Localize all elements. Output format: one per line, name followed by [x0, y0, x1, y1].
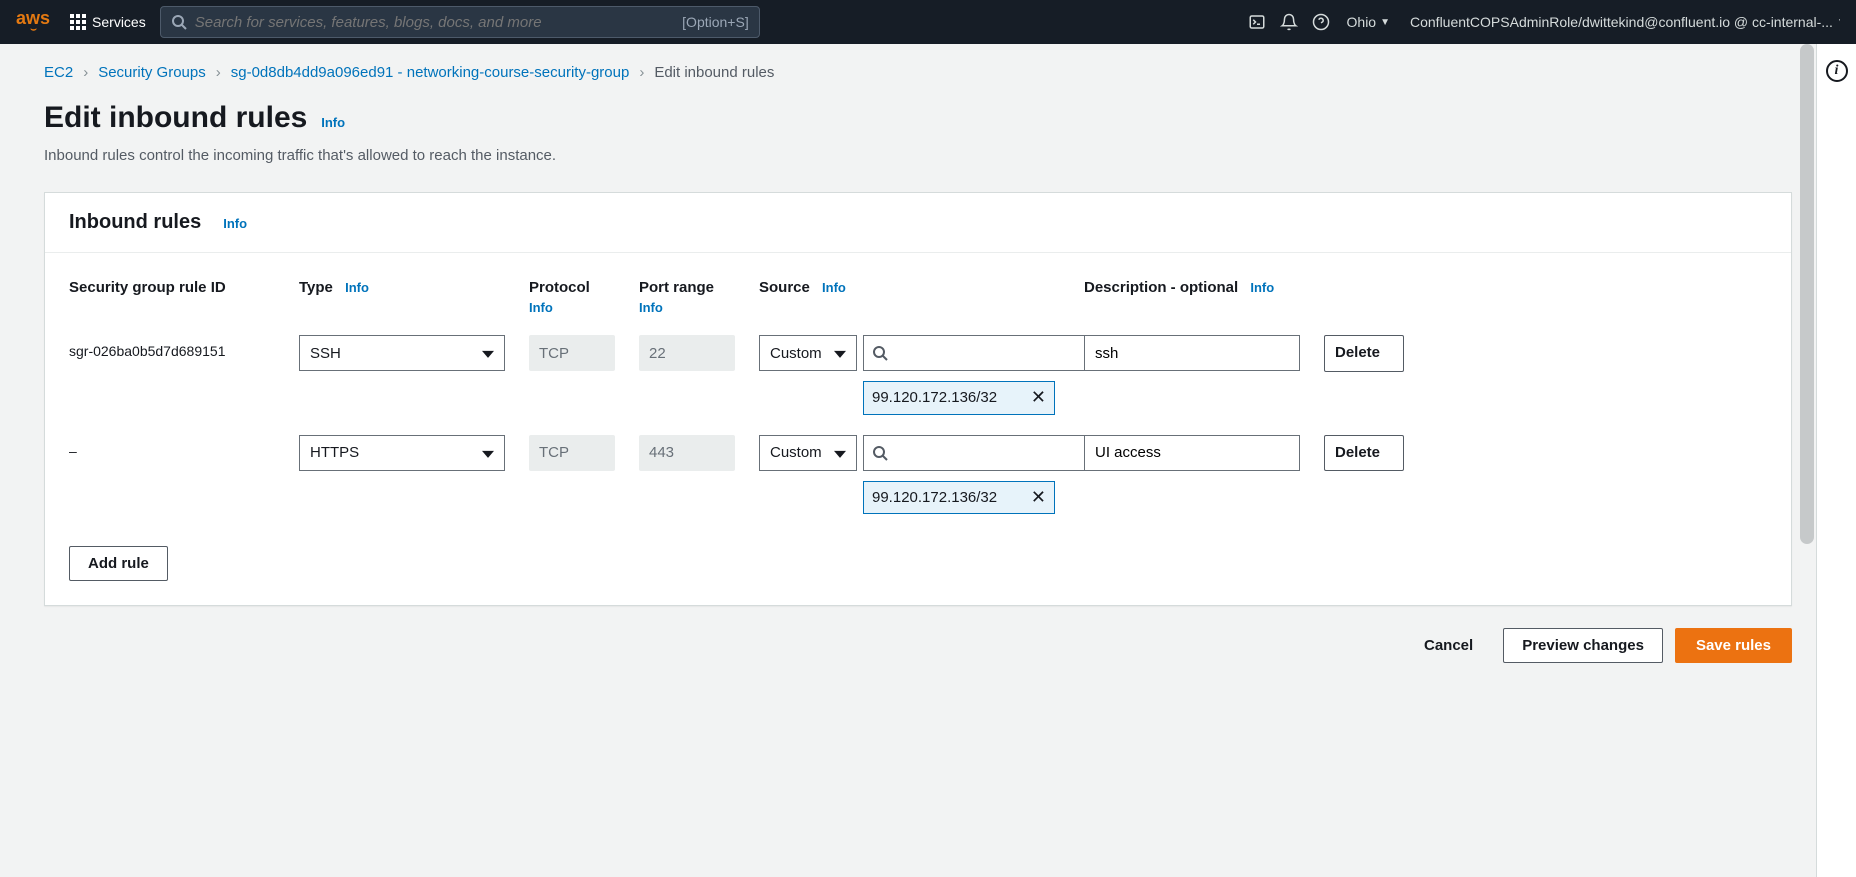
source-mode-select[interactable]: Custom [759, 435, 857, 471]
scrollbar[interactable] [1800, 44, 1814, 877]
search-icon [171, 14, 187, 30]
cancel-button[interactable]: Cancel [1406, 629, 1491, 662]
global-search[interactable]: [Option+S] [160, 6, 760, 38]
remove-cidr-icon[interactable]: ✕ [1021, 488, 1046, 506]
aws-logo[interactable]: aws ⌣ [16, 9, 50, 35]
col-header-source: Source Info [747, 271, 1072, 310]
search-icon [872, 345, 888, 361]
caret-down-icon: ▼ [1380, 17, 1390, 28]
breadcrumb-current: Edit inbound rules [654, 64, 774, 81]
page-description: Inbound rules control the incoming traff… [44, 147, 1792, 164]
col-header-port: Port range Info [627, 271, 747, 329]
page-title: Edit inbound rules [44, 101, 307, 135]
chevron-right-icon: › [83, 64, 88, 81]
caret-down-icon: ▼ [1837, 17, 1840, 28]
rule-description-input[interactable] [1084, 335, 1300, 371]
notifications-icon[interactable] [1273, 6, 1305, 38]
source-mode-select[interactable]: Custom [759, 335, 857, 371]
chevron-right-icon: › [216, 64, 221, 81]
panel-title: Inbound rules [69, 211, 201, 234]
col-header-actions [1312, 271, 1412, 293]
source-search-input[interactable] [888, 444, 1077, 462]
col-header-desc: Description - optional Info [1072, 271, 1312, 310]
services-label: Services [92, 14, 146, 30]
add-rule-button[interactable]: Add rule [69, 546, 168, 581]
account-menu[interactable]: ConfluentCOPSAdminRole/dwittekind@conflu… [1400, 14, 1840, 30]
info-panel-toggle[interactable]: i [1826, 60, 1848, 82]
search-icon [872, 445, 888, 461]
grid-icon [70, 14, 86, 30]
source-search[interactable] [863, 335, 1086, 371]
page-title-info-link[interactable]: Info [321, 115, 345, 130]
preview-changes-button[interactable]: Preview changes [1503, 628, 1663, 663]
breadcrumb-sg-detail[interactable]: sg-0d8db4dd9a096ed91 - networking-course… [231, 64, 630, 81]
rule-id: – [57, 429, 287, 473]
breadcrumb-ec2[interactable]: EC2 [44, 64, 73, 81]
type-info-link[interactable]: Info [345, 280, 369, 295]
remove-cidr-icon[interactable]: ✕ [1021, 388, 1046, 406]
top-nav: aws ⌣ Services [Option+S] O [0, 0, 1856, 44]
rule-port: 443 [639, 435, 735, 471]
col-header-rule-id: Security group rule ID [57, 271, 287, 310]
services-menu[interactable]: Services [70, 14, 146, 30]
chevron-right-icon: › [639, 64, 644, 81]
delete-rule-button[interactable]: Delete [1324, 435, 1404, 472]
rule-protocol: TCP [529, 335, 615, 371]
rule-id: sgr-026ba0b5d7d689151 [57, 329, 287, 373]
save-rules-button[interactable]: Save rules [1675, 628, 1792, 663]
source-search-input[interactable] [888, 344, 1077, 362]
source-cidr-token: 99.120.172.136/32 ✕ [863, 381, 1055, 415]
inbound-rules-panel: Inbound rules Info Security group rule I… [44, 192, 1792, 606]
page-content: EC2 › Security Groups › sg-0d8db4dd9a096… [0, 44, 1816, 707]
source-search[interactable] [863, 435, 1086, 471]
rule-port: 22 [639, 335, 735, 371]
col-header-protocol: Protocol Info [517, 271, 627, 329]
region-selector[interactable]: Ohio ▼ [1337, 14, 1400, 30]
rules-table: Security group rule ID Type Info Protoco… [57, 271, 1779, 528]
delete-rule-button[interactable]: Delete [1324, 335, 1404, 372]
col-header-type: Type Info [287, 271, 517, 310]
breadcrumb: EC2 › Security Groups › sg-0d8db4dd9a096… [44, 64, 1792, 81]
panel-header: Inbound rules Info [45, 193, 1791, 253]
rule-type-select[interactable]: SSH [299, 335, 505, 371]
panel-title-info-link[interactable]: Info [223, 216, 247, 231]
desc-info-link[interactable]: Info [1250, 280, 1274, 295]
info-panel-rail: i [1816, 44, 1856, 877]
help-icon[interactable] [1305, 6, 1337, 38]
footer-actions: Cancel Preview changes Save rules [44, 628, 1792, 663]
search-shortcut: [Option+S] [682, 14, 749, 30]
cloudshell-icon[interactable] [1241, 6, 1273, 38]
protocol-info-link[interactable]: Info [529, 300, 615, 315]
breadcrumb-security-groups[interactable]: Security Groups [98, 64, 206, 81]
rule-description-input[interactable] [1084, 435, 1300, 471]
scrollbar-thumb[interactable] [1800, 44, 1814, 544]
port-info-link[interactable]: Info [639, 300, 735, 315]
source-info-link[interactable]: Info [822, 280, 846, 295]
rule-protocol: TCP [529, 435, 615, 471]
source-cidr-token: 99.120.172.136/32 ✕ [863, 481, 1055, 515]
rule-type-select[interactable]: HTTPS [299, 435, 505, 471]
search-input[interactable] [187, 14, 682, 31]
